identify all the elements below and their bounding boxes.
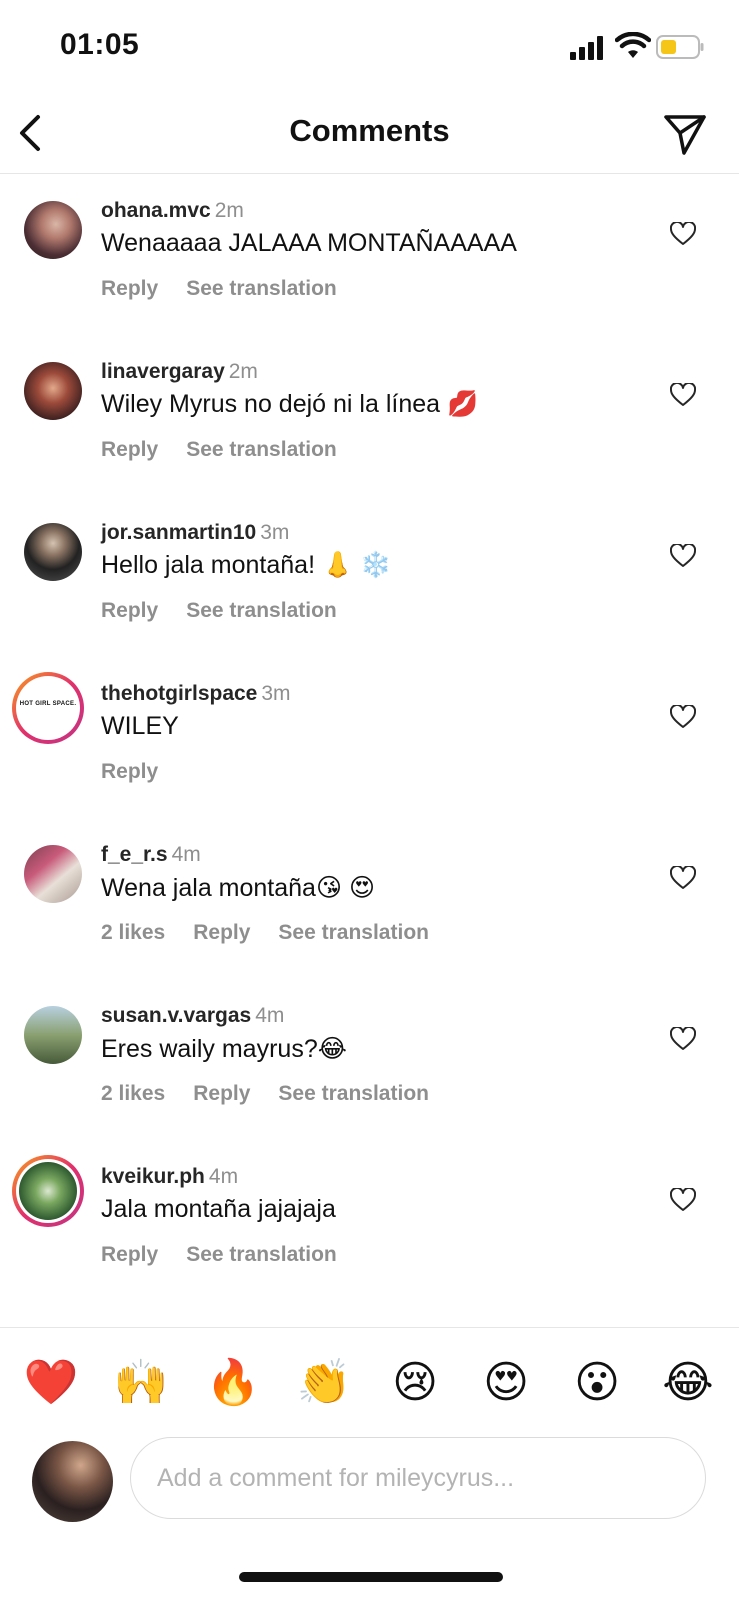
comment-username[interactable]: ohana.mvc: [101, 199, 211, 222]
comment-actions: Reply See translation: [101, 438, 365, 462]
wifi-icon: [615, 32, 651, 58]
comment-item: jor.sanmartin10 3m Hello jala montaña! 👃 …: [0, 495, 739, 656]
page-title: Comments: [289, 113, 450, 148]
heart-icon[interactable]: [670, 544, 696, 568]
avatar-story-ring[interactable]: [12, 1155, 84, 1227]
heart-icon[interactable]: [670, 705, 696, 729]
see-translation-button[interactable]: See translation: [186, 599, 337, 622]
avatar-story-ring[interactable]: HOT GIRL SPACE.: [12, 672, 84, 744]
comment-meta: f_e_r.s 4m: [101, 843, 201, 867]
send-icon[interactable]: [660, 109, 710, 159]
cellular-signal-icon: [570, 36, 603, 60]
comment-actions: Reply: [101, 760, 186, 784]
reply-button[interactable]: Reply: [101, 599, 158, 622]
comment-meta: linavergaray 2m: [101, 360, 258, 384]
comment-item: HOT GIRL SPACE. thehotgirlspace 3m WILEY …: [0, 656, 739, 817]
comment-time: 2m: [228, 360, 258, 383]
home-indicator[interactable]: [239, 1572, 503, 1582]
comment-item: kveikur.ph 4m Jala montaña jajajaja Reply…: [0, 1139, 739, 1300]
avatar-logo-text: HOT GIRL SPACE.: [19, 701, 77, 707]
comment-meta: susan.v.vargas 4m: [101, 1004, 284, 1028]
heart-icon[interactable]: [670, 383, 696, 407]
comment-actions: Reply See translation: [101, 599, 365, 623]
see-translation-button[interactable]: See translation: [278, 1082, 429, 1105]
see-translation-button[interactable]: See translation: [186, 1243, 337, 1266]
heart-icon[interactable]: [670, 1188, 696, 1212]
likes-count[interactable]: 2 likes: [101, 921, 165, 944]
see-translation-button[interactable]: See translation: [278, 921, 429, 944]
comment-actions: 2 likes Reply See translation: [101, 1082, 457, 1106]
comment-text: Wenaaaaa JALAAA MONTAÑAAAAA: [101, 229, 517, 257]
emoji-heart-button[interactable]: ❤️: [21, 1356, 81, 1410]
comment-username[interactable]: susan.v.vargas: [101, 1004, 251, 1027]
reply-button[interactable]: Reply: [101, 760, 158, 783]
comment-meta: thehotgirlspace 3m: [101, 682, 291, 706]
comment-composer[interactable]: [130, 1437, 706, 1519]
divider: [0, 1327, 739, 1328]
comment-time: 2m: [214, 199, 244, 222]
comment-time: 4m: [208, 1165, 239, 1188]
avatar[interactable]: [24, 362, 82, 420]
comment-item: susan.v.vargas 4m Eres waily mayrus?😂 2 l…: [0, 978, 739, 1139]
likes-count[interactable]: 2 likes: [101, 1082, 165, 1105]
emoji-raised-hands-button[interactable]: 🙌: [111, 1356, 171, 1410]
comment-item: linavergaray 2m Wiley Myrus no dejó ni la…: [0, 334, 739, 495]
comment-meta: ohana.mvc 2m: [101, 199, 244, 223]
emoji-quick-bar: ❤️ 🙌 🔥 👏 😢 😍 😮 😂: [0, 1356, 739, 1410]
comment-item: ohana.mvc 2m Wenaaaaa JALAAA MONTAÑAAAAA …: [0, 173, 739, 334]
comment-text: WILEY: [101, 712, 179, 740]
comment-text: Hello jala montaña! 👃 ❄️: [101, 551, 392, 579]
reply-button[interactable]: Reply: [101, 438, 158, 461]
reply-button[interactable]: Reply: [193, 921, 250, 944]
emoji-clap-button[interactable]: 👏: [294, 1356, 354, 1410]
current-user-avatar: [32, 1441, 113, 1522]
comment-text: Jala montaña jajajaja: [101, 1195, 336, 1223]
comment-meta: jor.sanmartin10 3m: [101, 521, 289, 545]
comment-text: Eres waily mayrus?😂: [101, 1035, 347, 1063]
comment-meta: kveikur.ph 4m: [101, 1165, 238, 1189]
comment-text: Wiley Myrus no dejó ni la línea 💋: [101, 390, 479, 418]
comment-actions: 2 likes Reply See translation: [101, 921, 457, 945]
comment-actions: Reply See translation: [101, 277, 365, 301]
avatar[interactable]: [24, 201, 82, 259]
avatar[interactable]: [24, 1006, 82, 1064]
comment-username[interactable]: linavergaray: [101, 360, 225, 383]
comment-time: 3m: [261, 682, 291, 705]
comment-username[interactable]: kveikur.ph: [101, 1165, 205, 1188]
comment-input[interactable]: [155, 1438, 679, 1518]
reply-button[interactable]: Reply: [193, 1082, 250, 1105]
reply-button[interactable]: Reply: [101, 277, 158, 300]
comment-item: f_e_r.s 4m Wena jala montaña😘 😍 2 likes Re…: [0, 817, 739, 978]
heart-icon[interactable]: [670, 866, 696, 890]
status-time: 01:05: [60, 28, 140, 61]
comment-time: 4m: [255, 1004, 285, 1027]
emoji-tears-of-joy-button[interactable]: 😂: [658, 1356, 718, 1410]
see-translation-button[interactable]: See translation: [186, 277, 337, 300]
emoji-surprised-button[interactable]: 😮: [567, 1356, 627, 1410]
heart-icon[interactable]: [670, 1027, 696, 1051]
comment-username[interactable]: thehotgirlspace: [101, 682, 257, 705]
comment-username[interactable]: f_e_r.s: [101, 843, 168, 866]
comments-header: Comments: [0, 95, 739, 174]
avatar[interactable]: [24, 845, 82, 903]
comment-actions: Reply See translation: [101, 1243, 365, 1267]
comment-time: 3m: [260, 521, 290, 544]
emoji-crying-button[interactable]: 😢: [385, 1356, 445, 1410]
status-bar: 01:05: [0, 0, 739, 95]
emoji-fire-button[interactable]: 🔥: [203, 1356, 263, 1410]
reply-button[interactable]: Reply: [101, 1243, 158, 1266]
comment-text: Wena jala montaña😘 😍: [101, 874, 376, 902]
heart-icon[interactable]: [670, 222, 696, 246]
avatar[interactable]: [24, 523, 82, 581]
see-translation-button[interactable]: See translation: [186, 438, 337, 461]
comment-username[interactable]: jor.sanmartin10: [101, 521, 256, 544]
battery-icon: [656, 35, 704, 59]
comment-time: 4m: [171, 843, 201, 866]
emoji-heart-eyes-button[interactable]: 😍: [476, 1356, 536, 1410]
